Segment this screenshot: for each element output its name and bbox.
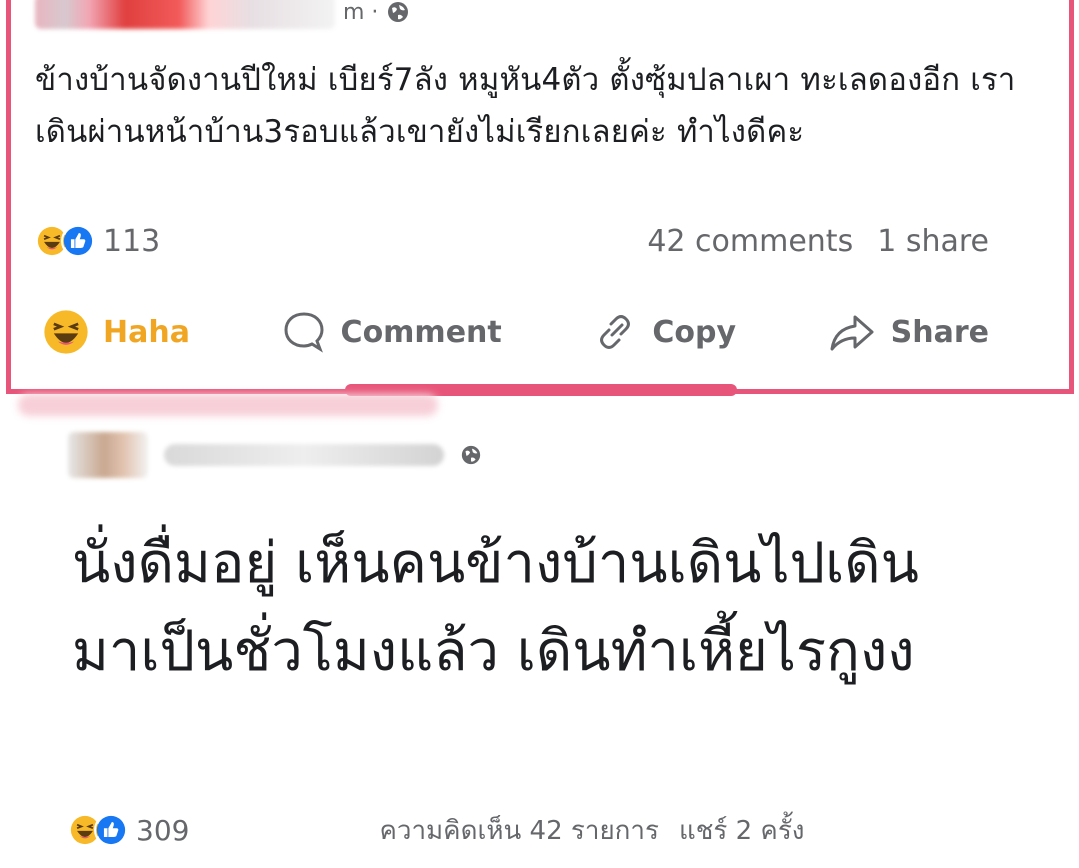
comment-button[interactable]: Comment <box>281 309 502 355</box>
like-reaction-icon <box>61 224 95 258</box>
blurred-author-name <box>35 0 335 29</box>
post-time: m · <box>343 0 379 25</box>
blurred-avatar <box>68 432 148 478</box>
share-button[interactable]: Share <box>827 309 989 355</box>
reaction-count: 309 <box>136 813 190 847</box>
share-label: Share <box>890 314 989 350</box>
post-text: ข้างบ้านจัดงานปีใหม่ เบียร์7ลัง หมูหัน4ต… <box>35 62 1016 150</box>
post-actions: Haha Comment Copy Share <box>43 302 989 362</box>
haha-icon <box>44 310 88 354</box>
copy-label: Copy <box>652 314 737 350</box>
reactions-summary[interactable]: 113 <box>35 224 160 259</box>
shares-count[interactable]: 1 share <box>877 224 989 259</box>
link-icon <box>600 315 631 349</box>
reply-post-header <box>68 430 482 480</box>
haha-label: Haha <box>103 314 190 350</box>
haha-button[interactable]: Haha <box>43 309 190 355</box>
like-reaction-icon <box>94 813 128 847</box>
share-icon <box>830 315 874 351</box>
reaction-count: 113 <box>103 223 161 259</box>
comments-count[interactable]: ความคิดเห็น 42 รายการ <box>379 810 659 851</box>
comment-icon <box>284 312 324 353</box>
globe-icon <box>461 445 481 465</box>
comment-label: Comment <box>340 314 502 350</box>
copy-button[interactable]: Copy <box>592 309 736 355</box>
comments-count[interactable]: 42 comments <box>647 224 853 259</box>
blurred-author-name <box>164 444 444 466</box>
shares-count[interactable]: แชร์ 2 ครั้ง <box>679 810 805 851</box>
post-card: m · ข้างบ้านจัดงานปีใหม่ เบียร์7ลัง หมูห… <box>6 0 1074 394</box>
reply-post-stats: 309 ความคิดเห็น 42 รายการ แชร์ 2 ครั้ง <box>68 808 1019 852</box>
post-stats: 113 42 comments 1 share <box>35 216 989 266</box>
reply-post-text: นั่งดื่มอยู่ เห็นคนข้างบ้านเดินไปเดินมาเ… <box>72 531 919 684</box>
post-header: m · <box>35 0 410 34</box>
blurred-region <box>18 394 438 416</box>
globe-icon <box>388 2 409 22</box>
reactions-summary[interactable] <box>68 813 128 847</box>
